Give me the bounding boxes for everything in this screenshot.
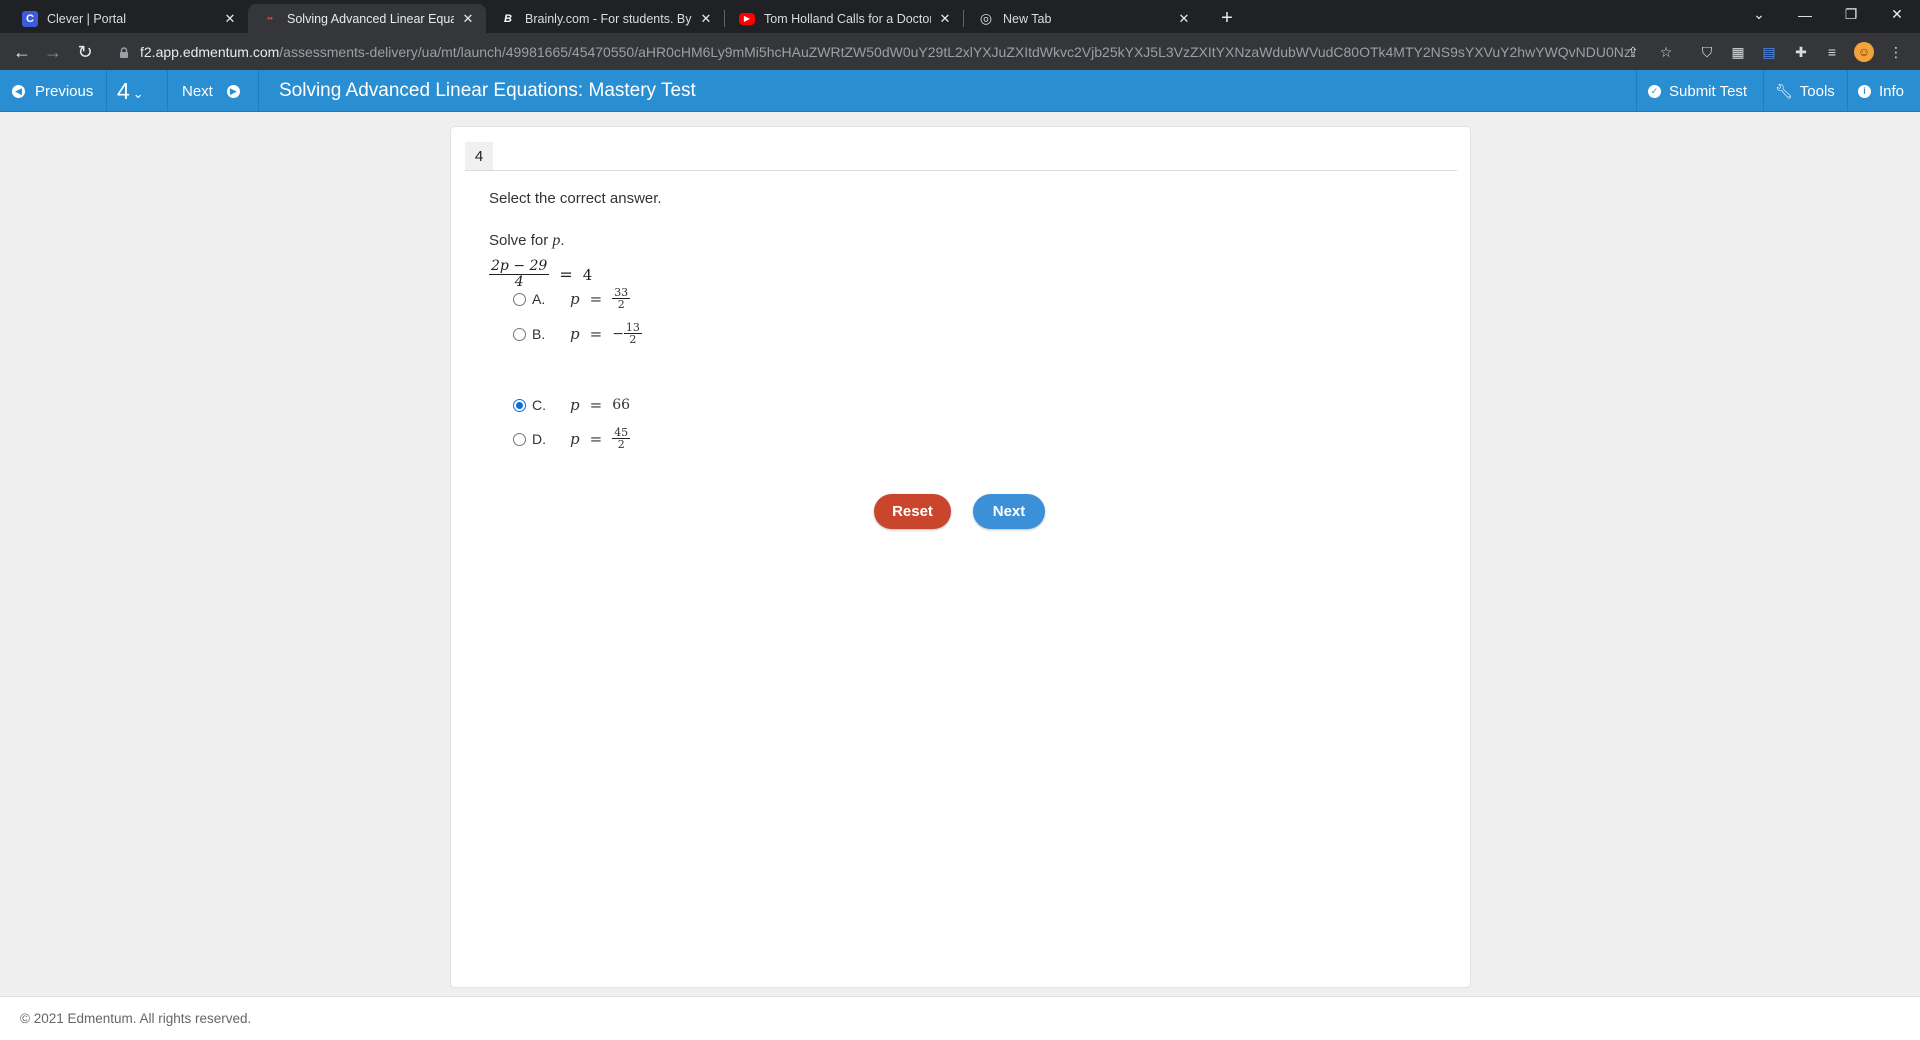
copyright-text: © 2021 Edmentum. All rights reserved.: [20, 1011, 252, 1026]
radio-button-d[interactable]: [513, 432, 526, 446]
test-header-bar: ◀ Previous 4 ⌄ Next ▶ Solving Advanced L…: [0, 70, 1920, 112]
browser-tab-clever[interactable]: C Clever | Portal ✕: [8, 4, 248, 33]
close-tab-icon[interactable]: ✕: [698, 11, 714, 27]
tab-title: Brainly.com - For students. By stu: [525, 11, 692, 26]
youtube-favicon-icon: ▶: [739, 12, 755, 25]
header-divider: [258, 70, 259, 112]
answer-option-c[interactable]: C. p = 66: [513, 391, 630, 419]
forward-arrow-icon[interactable]: →: [39, 38, 67, 66]
profile-avatar[interactable]: ☺: [1854, 42, 1874, 62]
close-tab-icon[interactable]: ✕: [222, 11, 238, 27]
tools-button[interactable]: 🔧︎ Tools: [1775, 70, 1835, 112]
close-tab-icon[interactable]: ✕: [1176, 11, 1192, 27]
brainly-favicon-icon: B: [504, 12, 512, 25]
question-number: 4: [117, 77, 130, 104]
answer-fraction: 33 2: [612, 285, 631, 312]
chrome-favicon-icon: ◎: [979, 10, 993, 26]
header-divider: [1847, 70, 1848, 112]
browser-tab-brainly[interactable]: B Brainly.com - For students. By stu ✕: [486, 4, 724, 33]
answer-math: p = − 13 2: [570, 320, 642, 347]
previous-label: Previous: [35, 82, 94, 100]
next-question-button[interactable]: Next ▶: [182, 70, 240, 112]
wrench-icon: 🔧︎: [1775, 82, 1793, 99]
close-tab-icon[interactable]: ✕: [937, 11, 953, 27]
question-instruction: Select the correct answer.: [489, 190, 662, 207]
close-tab-icon[interactable]: ✕: [460, 11, 476, 27]
clever-favicon-icon: C: [22, 10, 38, 27]
answer-option-d[interactable]: D. p = 45 2: [513, 425, 631, 453]
header-divider: [1636, 70, 1637, 112]
answer-fraction: 45 2: [612, 425, 631, 452]
equation-rhs: 4: [582, 265, 593, 284]
radio-button-b[interactable]: [513, 327, 526, 341]
next-button[interactable]: Next: [973, 494, 1045, 529]
reset-button[interactable]: Reset: [874, 494, 951, 529]
share-icon[interactable]: ⇪: [1623, 42, 1643, 62]
answer-fraction: 13 2: [623, 320, 642, 347]
translate-extension-icon[interactable]: ▤: [1759, 42, 1779, 62]
close-window-icon[interactable]: ✕: [1874, 0, 1920, 29]
next-label: Next: [182, 82, 213, 100]
chevron-down-icon: ⌄: [132, 86, 144, 101]
question-number-badge: 4: [465, 142, 493, 170]
lock-icon: [118, 46, 130, 58]
info-circle-icon: i: [1858, 84, 1871, 98]
qr-extension-icon[interactable]: ▦: [1728, 42, 1748, 62]
question-divider: [465, 170, 1457, 171]
info-button[interactable]: i Info: [1858, 70, 1904, 112]
question-card: 4 Select the correct answer. Solve for p…: [450, 126, 1471, 988]
page-footer: © 2021 Edmentum. All rights reserved.: [0, 996, 1920, 1040]
bookmark-star-icon[interactable]: ☆: [1656, 42, 1676, 62]
tools-label: Tools: [1799, 82, 1835, 100]
address-bar[interactable]: f2.app.edmentum.com/assessments-delivery…: [108, 37, 1688, 66]
reload-icon[interactable]: ↻: [71, 38, 99, 66]
previous-circle-arrow-icon: ◀: [12, 84, 25, 98]
url-text: f2.app.edmentum.com/assessments-delivery…: [140, 43, 1630, 60]
check-circle-icon: ✓: [1648, 84, 1661, 98]
reading-list-icon[interactable]: ≡: [1822, 42, 1842, 62]
browser-tab-youtube[interactable]: ▶ Tom Holland Calls for a Doctor W ✕: [725, 4, 963, 33]
radio-button-c[interactable]: [513, 398, 526, 412]
answer-math: p = 45 2: [570, 425, 631, 452]
equation-numerator: 2p − 29: [489, 258, 550, 275]
radio-button-a[interactable]: [513, 292, 526, 306]
tab-search-chevron-icon[interactable]: ⌄: [1736, 0, 1782, 29]
minimize-window-icon[interactable]: —: [1782, 0, 1828, 29]
answer-option-a[interactable]: A. p = 33 2: [513, 285, 631, 313]
menu-kebab-icon[interactable]: ⋮: [1886, 42, 1906, 62]
page-title: Solving Advanced Linear Equations: Maste…: [279, 80, 696, 101]
answer-math: p = 33 2: [570, 285, 631, 312]
tab-title: Clever | Portal: [47, 11, 126, 26]
equals-sign: =: [559, 265, 573, 285]
edmentum-favicon-icon: ••: [267, 14, 273, 23]
browser-tab-new-tab[interactable]: ◎ New Tab ✕: [964, 4, 1202, 33]
answer-option-b[interactable]: B. p = − 13 2: [513, 320, 642, 348]
answer-math: p = 66: [570, 396, 631, 414]
next-circle-arrow-icon: ▶: [226, 84, 240, 98]
submit-test-button[interactable]: ✓ Submit Test: [1648, 70, 1747, 112]
info-label: Info: [1879, 82, 1905, 100]
new-tab-plus-icon[interactable]: +: [1214, 5, 1240, 31]
submit-test-label: Submit Test: [1669, 82, 1748, 100]
browser-tab-edmentum[interactable]: •• Solving Advanced Linear Equatio ✕: [248, 4, 486, 33]
shield-extension-icon[interactable]: ⛉: [1697, 42, 1717, 62]
tab-title: New Tab: [1003, 11, 1052, 26]
header-divider: [167, 70, 168, 112]
negative-sign: −: [612, 325, 624, 342]
browser-tab-strip: C Clever | Portal ✕ •• Solving Advanced …: [0, 0, 1920, 33]
header-divider: [1763, 70, 1764, 112]
previous-button[interactable]: ◀ Previous: [12, 70, 93, 112]
question-prompt: Solve for p.: [489, 232, 565, 249]
question-number-dropdown[interactable]: 4 ⌄: [117, 70, 144, 112]
puzzle-extensions-icon[interactable]: ✚: [1791, 42, 1811, 62]
tab-title: Tom Holland Calls for a Doctor W: [764, 11, 931, 26]
browser-toolbar: ← → ↻ f2.app.edmentum.com/assessments-de…: [0, 33, 1920, 70]
header-divider: [106, 70, 107, 112]
restore-window-icon[interactable]: ❐: [1828, 0, 1874, 29]
tab-title: Solving Advanced Linear Equatio: [287, 11, 454, 26]
back-arrow-icon[interactable]: ←: [8, 38, 36, 66]
